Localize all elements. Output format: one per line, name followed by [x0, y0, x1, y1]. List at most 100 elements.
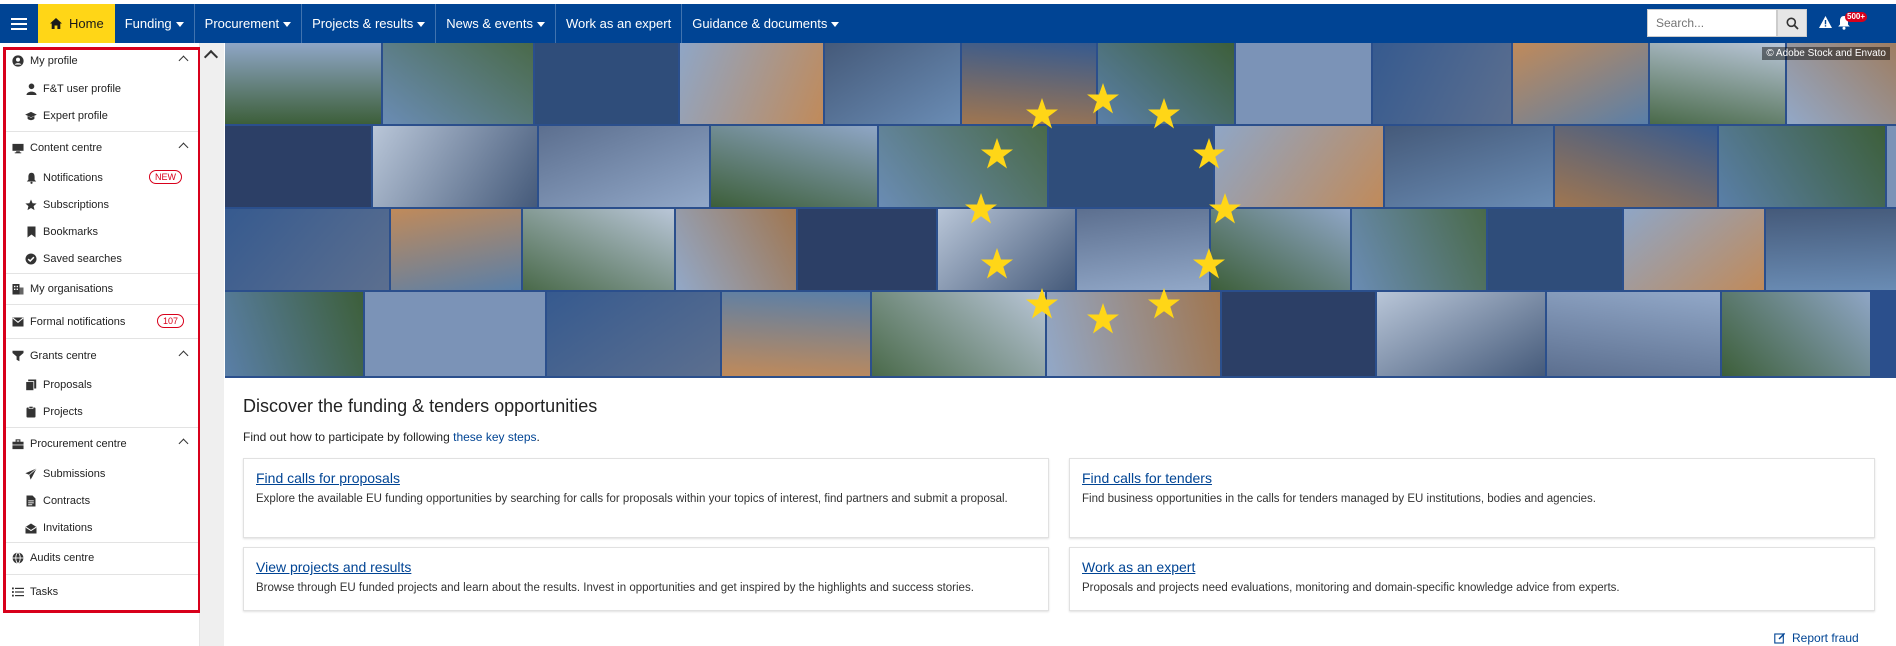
- sidebar-highlight-frame: [3, 47, 201, 613]
- hero-photo-tile: [225, 43, 381, 124]
- card-title-link[interactable]: View projects and results: [256, 559, 1036, 575]
- home-icon: [49, 17, 63, 30]
- hero-photo-tile: [711, 126, 877, 207]
- main-navigation: Home Funding Procurement Projects & resu…: [0, 4, 1896, 43]
- hero-photo-tile: [535, 43, 678, 124]
- nav-work-as-expert[interactable]: Work as an expert: [556, 4, 683, 43]
- hero-photo-tile: [680, 43, 823, 124]
- eu-star-icon: [1087, 302, 1119, 334]
- alert-triangle-icon[interactable]: [1818, 15, 1833, 29]
- sidebar-collapse-strip[interactable]: [200, 43, 224, 646]
- eu-star-icon: [981, 138, 1014, 169]
- nav-guidance-documents[interactable]: Guidance & documents: [682, 4, 849, 43]
- nav-procurement-label: Procurement: [204, 16, 280, 31]
- hero-photo-tile: [225, 126, 371, 207]
- card-view-projects-results[interactable]: View projects and results Browse through…: [243, 547, 1049, 611]
- hero-photo-tile: [373, 126, 537, 207]
- hero-photo-tile: [225, 209, 389, 290]
- nav-news-events-label: News & events: [446, 16, 533, 31]
- eu-star-icon: [1026, 288, 1058, 319]
- nav-home[interactable]: Home: [38, 4, 115, 43]
- hero-photo-tile: [1766, 209, 1896, 290]
- hero-photo-tile: [1547, 292, 1720, 376]
- key-steps-link[interactable]: these key steps: [453, 430, 536, 444]
- hero-photo-tile: [1513, 43, 1648, 124]
- report-fraud-label: Report fraud: [1792, 631, 1859, 645]
- hero-photo-tile: [872, 292, 1045, 376]
- hero-photo-tile: [1377, 292, 1545, 376]
- eu-star-icon: [1192, 247, 1225, 279]
- eu-star-icon: [1192, 138, 1225, 169]
- hero-banner: © Adobe Stock and Envato: [225, 43, 1896, 378]
- hamburger-icon: [11, 22, 27, 25]
- search-icon: [1786, 17, 1799, 30]
- eu-star-icon: [981, 247, 1014, 279]
- eu-star-icon: [1209, 193, 1241, 224]
- page-title: Discover the funding & tenders opportuni…: [243, 396, 598, 416]
- card-title-link[interactable]: Find calls for tenders: [1082, 470, 1862, 486]
- notification-count-badge: 500+: [1845, 12, 1868, 22]
- hero-photo-tile: [1488, 209, 1622, 290]
- nav-projects-results[interactable]: Projects & results: [302, 4, 437, 43]
- hero-photo-tile: [1722, 292, 1870, 376]
- nav-guidance-documents-label: Guidance & documents: [692, 16, 828, 31]
- nav-funding-label: Funding: [124, 16, 172, 31]
- edit-icon: [1774, 632, 1786, 644]
- nav-work-as-expert-label: Work as an expert: [565, 16, 672, 31]
- nav-projects-results-label: Projects & results: [312, 16, 414, 31]
- card-title-link[interactable]: Work as an expert: [1082, 559, 1862, 575]
- hero-photo-tile: [1222, 292, 1375, 376]
- hero-photo-tile: [1236, 43, 1371, 124]
- hero-photo-tile: [1385, 126, 1553, 207]
- hero-photo-tile: [1373, 43, 1511, 124]
- chevron-down-icon: [831, 21, 840, 27]
- hero-photo-tile: [1555, 126, 1717, 207]
- card-find-calls-tenders[interactable]: Find calls for tenders Find business opp…: [1069, 458, 1875, 538]
- card-work-as-expert[interactable]: Work as an expert Proposals and projects…: [1069, 547, 1875, 611]
- nav-news-events[interactable]: News & events: [436, 4, 556, 43]
- hero-photo-tile: [798, 209, 936, 290]
- hero-photo-tile: [547, 292, 720, 376]
- eu-star-icon: [1087, 83, 1119, 114]
- hero-photo-tile: [383, 43, 533, 124]
- hero-photo-tile: [1047, 292, 1220, 376]
- hero-photo-tile: [225, 292, 363, 376]
- nav-funding[interactable]: Funding: [115, 4, 195, 43]
- eu-star-icon: [1026, 97, 1058, 129]
- hero-photo-tile: [523, 209, 674, 290]
- nav-home-label: Home: [69, 16, 104, 31]
- intro-text-part: .: [536, 430, 540, 444]
- eu-star-icon: [1148, 97, 1180, 129]
- card-title-link[interactable]: Find calls for proposals: [256, 470, 1036, 486]
- card-description: Browse through EU funded projects and le…: [256, 582, 974, 594]
- top-bar: Home Funding Procurement Projects & resu…: [0, 0, 1896, 43]
- hero-photo-tile: [1049, 126, 1213, 207]
- hero-photo-tile: [1077, 209, 1209, 290]
- chevron-down-icon: [175, 21, 184, 27]
- hero-photo-tile: [1624, 209, 1764, 290]
- hero-photo-tile: [825, 43, 960, 124]
- nav-procurement[interactable]: Procurement: [195, 4, 303, 43]
- hero-photo-tile: [539, 126, 709, 207]
- menu-toggle-button[interactable]: [0, 4, 38, 43]
- report-fraud-link[interactable]: Report fraud: [1774, 631, 1859, 645]
- intro-text-part: Find out how to participate by following: [243, 430, 454, 444]
- hero-photo-tile: [879, 126, 1047, 207]
- image-credit: © Adobe Stock and Envato: [1762, 47, 1890, 60]
- intro-text: Find out how to participate by following…: [243, 430, 540, 444]
- hero-photo-tile: [676, 209, 796, 290]
- card-description: Explore the available EU funding opportu…: [256, 493, 1008, 505]
- chevron-down-icon: [536, 21, 545, 27]
- chevron-down-icon: [283, 21, 292, 27]
- hero-photo-tile: [722, 292, 870, 376]
- search-button[interactable]: [1777, 9, 1807, 37]
- search-input[interactable]: [1647, 9, 1777, 37]
- card-description: Find business opportunities in the calls…: [1082, 493, 1596, 505]
- hero-photo-tile: [365, 292, 545, 376]
- hero-photo-tile: [1719, 126, 1885, 207]
- hero-photo-tile: [391, 209, 521, 290]
- eu-star-icon: [1148, 288, 1180, 319]
- card-find-calls-proposals[interactable]: Find calls for proposals Explore the ava…: [243, 458, 1049, 538]
- hero-photo-tile: [1352, 209, 1486, 290]
- eu-star-icon: [965, 193, 997, 224]
